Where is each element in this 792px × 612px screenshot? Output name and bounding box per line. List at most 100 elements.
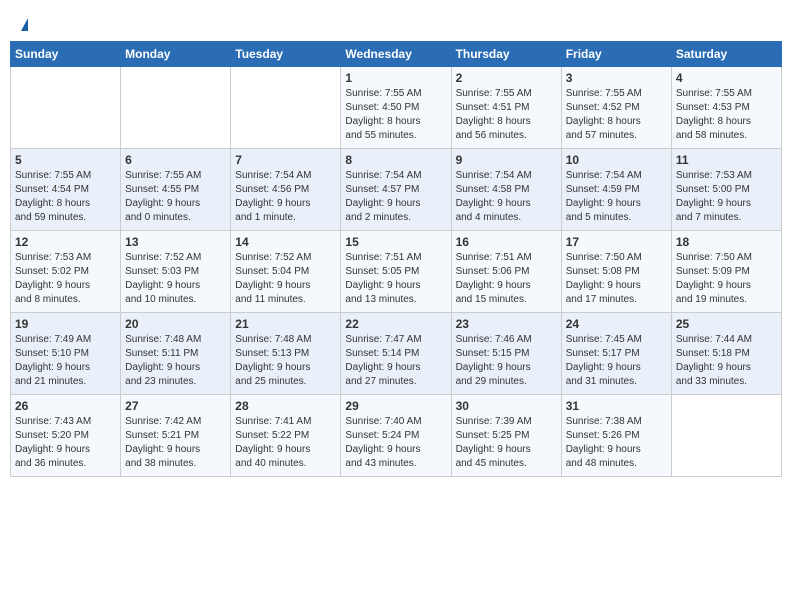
- day-info: Sunrise: 7:46 AM Sunset: 5:15 PM Dayligh…: [456, 333, 557, 389]
- day-number: 23: [456, 317, 557, 331]
- calendar-cell: 20 Sunrise: 7:48 AM Sunset: 5:11 PM Dayli…: [121, 313, 231, 395]
- day-info: Sunrise: 7:55 AM Sunset: 4:53 PM Dayligh…: [676, 87, 777, 143]
- day-header-saturday: Saturday: [671, 42, 781, 67]
- day-header-tuesday: Tuesday: [231, 42, 341, 67]
- calendar-cell: 13 Sunrise: 7:52 AM Sunset: 5:03 PM Dayli…: [121, 231, 231, 313]
- day-number: 13: [125, 235, 226, 249]
- day-header-thursday: Thursday: [451, 42, 561, 67]
- day-number: 1: [345, 71, 446, 85]
- day-number: 22: [345, 317, 446, 331]
- day-info: Sunrise: 7:40 AM Sunset: 5:24 PM Dayligh…: [345, 415, 446, 471]
- calendar-cell: 7Sunrise: 7:54 AM Sunset: 4:56 PM Daylig…: [231, 149, 341, 231]
- day-number: 30: [456, 399, 557, 413]
- calendar-cell: 12Sunrise: 7:53 AM Sunset: 5:02 PM Dayli…: [11, 231, 121, 313]
- day-number: 18: [676, 235, 777, 249]
- calendar-cell: 18 Sunrise: 7:50 AM Sunset: 5:09 PM Dayli…: [671, 231, 781, 313]
- day-info: Sunrise: 7:54 AM Sunset: 4:59 PM Dayligh…: [566, 169, 667, 225]
- calendar-cell: 10Sunrise: 7:54 AM Sunset: 4:59 PM Dayli…: [561, 149, 671, 231]
- calendar-cell: [121, 67, 231, 149]
- day-info: Sunrise: 7:50 AM Sunset: 5:09 PM Dayligh…: [676, 251, 777, 307]
- calendar-cell: 25Sunrise: 7:44 AM Sunset: 5:18 PM Dayli…: [671, 313, 781, 395]
- calendar-cell: [671, 395, 781, 477]
- day-info: Sunrise: 7:54 AM Sunset: 4:57 PM Dayligh…: [345, 169, 446, 225]
- day-info: Sunrise: 7:55 AM Sunset: 4:50 PM Dayligh…: [345, 87, 446, 143]
- day-info: Sunrise: 7:51 AM Sunset: 5:05 PM Dayligh…: [345, 251, 446, 307]
- day-header-row: SundayMondayTuesdayWednesdayThursdayFrid…: [11, 42, 782, 67]
- day-number: 29: [345, 399, 446, 413]
- calendar-cell: 22Sunrise: 7:47 AM Sunset: 5:14 PM Dayli…: [341, 313, 451, 395]
- logo: [20, 18, 28, 31]
- day-info: Sunrise: 7:53 AM Sunset: 5:00 PM Dayligh…: [676, 169, 777, 225]
- day-number: 11: [676, 153, 777, 167]
- calendar-cell: 2 Sunrise: 7:55 AM Sunset: 4:51 PM Daylig…: [451, 67, 561, 149]
- day-number: 8: [345, 153, 446, 167]
- day-header-wednesday: Wednesday: [341, 42, 451, 67]
- day-info: Sunrise: 7:39 AM Sunset: 5:25 PM Dayligh…: [456, 415, 557, 471]
- day-number: 15: [345, 235, 446, 249]
- calendar-cell: 8 Sunrise: 7:54 AM Sunset: 4:57 PM Daylig…: [341, 149, 451, 231]
- day-number: 12: [15, 235, 116, 249]
- page-header: [10, 10, 782, 37]
- calendar-cell: 30 Sunrise: 7:39 AM Sunset: 5:25 PM Dayli…: [451, 395, 561, 477]
- calendar-cell: 6 Sunrise: 7:55 AM Sunset: 4:55 PM Daylig…: [121, 149, 231, 231]
- calendar-cell: 15 Sunrise: 7:51 AM Sunset: 5:05 PM Dayli…: [341, 231, 451, 313]
- calendar-cell: 16 Sunrise: 7:51 AM Sunset: 5:06 PM Dayli…: [451, 231, 561, 313]
- day-info: Sunrise: 7:48 AM Sunset: 5:11 PM Dayligh…: [125, 333, 226, 389]
- day-number: 26: [15, 399, 116, 413]
- day-number: 27: [125, 399, 226, 413]
- calendar-cell: [231, 67, 341, 149]
- calendar-cell: 3 Sunrise: 7:55 AM Sunset: 4:52 PM Daylig…: [561, 67, 671, 149]
- week-row-4: 19Sunrise: 7:49 AM Sunset: 5:10 PM Dayli…: [11, 313, 782, 395]
- day-info: Sunrise: 7:52 AM Sunset: 5:03 PM Dayligh…: [125, 251, 226, 307]
- day-number: 3: [566, 71, 667, 85]
- day-info: Sunrise: 7:50 AM Sunset: 5:08 PM Dayligh…: [566, 251, 667, 307]
- calendar-cell: [11, 67, 121, 149]
- day-number: 16: [456, 235, 557, 249]
- day-info: Sunrise: 7:38 AM Sunset: 5:26 PM Dayligh…: [566, 415, 667, 471]
- calendar-cell: 4Sunrise: 7:55 AM Sunset: 4:53 PM Daylig…: [671, 67, 781, 149]
- day-info: Sunrise: 7:48 AM Sunset: 5:13 PM Dayligh…: [235, 333, 336, 389]
- day-number: 6: [125, 153, 226, 167]
- day-number: 24: [566, 317, 667, 331]
- day-number: 17: [566, 235, 667, 249]
- calendar-cell: 29 Sunrise: 7:40 AM Sunset: 5:24 PM Dayli…: [341, 395, 451, 477]
- week-row-2: 5 Sunrise: 7:55 AM Sunset: 4:54 PM Daylig…: [11, 149, 782, 231]
- day-number: 31: [566, 399, 667, 413]
- week-row-5: 26Sunrise: 7:43 AM Sunset: 5:20 PM Dayli…: [11, 395, 782, 477]
- day-header-sunday: Sunday: [11, 42, 121, 67]
- calendar-cell: 26Sunrise: 7:43 AM Sunset: 5:20 PM Dayli…: [11, 395, 121, 477]
- day-number: 20: [125, 317, 226, 331]
- day-header-monday: Monday: [121, 42, 231, 67]
- day-number: 2: [456, 71, 557, 85]
- calendar-table: SundayMondayTuesdayWednesdayThursdayFrid…: [10, 41, 782, 477]
- calendar-cell: 17 Sunrise: 7:50 AM Sunset: 5:08 PM Dayli…: [561, 231, 671, 313]
- day-info: Sunrise: 7:52 AM Sunset: 5:04 PM Dayligh…: [235, 251, 336, 307]
- day-info: Sunrise: 7:45 AM Sunset: 5:17 PM Dayligh…: [566, 333, 667, 389]
- day-number: 7: [235, 153, 336, 167]
- day-info: Sunrise: 7:51 AM Sunset: 5:06 PM Dayligh…: [456, 251, 557, 307]
- day-info: Sunrise: 7:55 AM Sunset: 4:51 PM Dayligh…: [456, 87, 557, 143]
- logo-triangle-icon: [21, 18, 28, 31]
- calendar-cell: 24 Sunrise: 7:45 AM Sunset: 5:17 PM Dayli…: [561, 313, 671, 395]
- day-number: 25: [676, 317, 777, 331]
- day-info: Sunrise: 7:55 AM Sunset: 4:55 PM Dayligh…: [125, 169, 226, 225]
- day-info: Sunrise: 7:54 AM Sunset: 4:58 PM Dayligh…: [456, 169, 557, 225]
- calendar-cell: 31 Sunrise: 7:38 AM Sunset: 5:26 PM Dayli…: [561, 395, 671, 477]
- week-row-1: 1 Sunrise: 7:55 AM Sunset: 4:50 PM Daylig…: [11, 67, 782, 149]
- calendar-cell: 27 Sunrise: 7:42 AM Sunset: 5:21 PM Dayli…: [121, 395, 231, 477]
- calendar-cell: 14 Sunrise: 7:52 AM Sunset: 5:04 PM Dayli…: [231, 231, 341, 313]
- day-number: 5: [15, 153, 116, 167]
- day-info: Sunrise: 7:55 AM Sunset: 4:52 PM Dayligh…: [566, 87, 667, 143]
- day-info: Sunrise: 7:55 AM Sunset: 4:54 PM Dayligh…: [15, 169, 116, 225]
- day-info: Sunrise: 7:42 AM Sunset: 5:21 PM Dayligh…: [125, 415, 226, 471]
- day-number: 28: [235, 399, 336, 413]
- day-info: Sunrise: 7:49 AM Sunset: 5:10 PM Dayligh…: [15, 333, 116, 389]
- calendar-cell: 19Sunrise: 7:49 AM Sunset: 5:10 PM Dayli…: [11, 313, 121, 395]
- calendar-cell: 21 Sunrise: 7:48 AM Sunset: 5:13 PM Dayli…: [231, 313, 341, 395]
- day-info: Sunrise: 7:41 AM Sunset: 5:22 PM Dayligh…: [235, 415, 336, 471]
- calendar-cell: 1 Sunrise: 7:55 AM Sunset: 4:50 PM Daylig…: [341, 67, 451, 149]
- day-number: 21: [235, 317, 336, 331]
- week-row-3: 12Sunrise: 7:53 AM Sunset: 5:02 PM Dayli…: [11, 231, 782, 313]
- day-number: 14: [235, 235, 336, 249]
- calendar-cell: 9Sunrise: 7:54 AM Sunset: 4:58 PM Daylig…: [451, 149, 561, 231]
